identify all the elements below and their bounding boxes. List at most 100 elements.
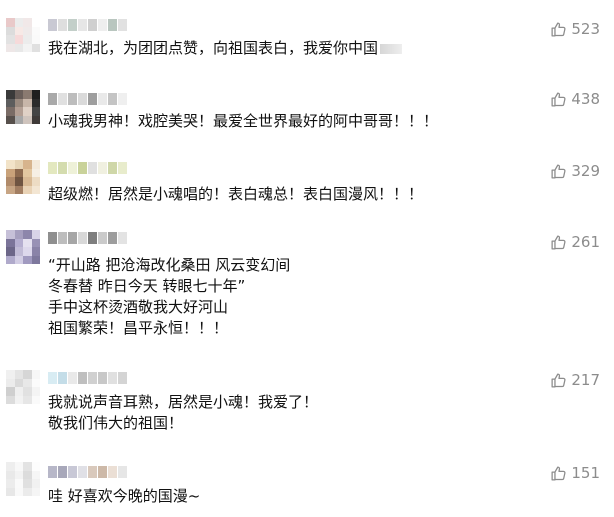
comment-line: 我就说声音耳熟，居然是小魂！我爱了！ <box>48 393 319 411</box>
avatar-pixel <box>14 107 23 116</box>
avatar-pixel <box>6 185 15 194</box>
like-button[interactable]: 438 <box>550 90 600 108</box>
avatar-pixel <box>31 255 40 264</box>
user-avatar[interactable] <box>6 18 40 52</box>
username-pixel <box>58 162 67 174</box>
comment-line: 敬我们伟大的祖国！ <box>48 414 184 432</box>
username-pixel <box>88 19 97 31</box>
username-pixel <box>78 162 87 174</box>
like-button[interactable]: 329 <box>550 162 600 180</box>
avatar-pixel <box>23 26 32 35</box>
avatar-pixel <box>23 230 32 239</box>
username-pixel <box>98 372 107 384</box>
comment-line: “开山路 把沧海改化桑田 风云变幻间 <box>48 256 291 274</box>
user-avatar[interactable] <box>6 90 40 124</box>
username-pixel <box>88 466 97 478</box>
avatar-pixel <box>23 387 32 396</box>
username-pixel <box>98 232 107 244</box>
comment-text: 我就说声音耳熟，居然是小魂！我爱了！ 敬我们伟大的祖国！ <box>48 392 318 434</box>
avatar-pixel <box>6 387 15 396</box>
avatar-pixel <box>23 98 32 107</box>
user-avatar[interactable] <box>6 230 40 264</box>
avatar-pixel <box>23 395 32 404</box>
user-avatar[interactable] <box>6 462 40 496</box>
like-count: 523 <box>571 20 600 38</box>
avatar-pixel <box>31 18 40 27</box>
username-pixel <box>58 232 67 244</box>
avatar-pixel <box>31 238 40 247</box>
like-button[interactable]: 523 <box>550 20 600 38</box>
username-pixel <box>58 372 67 384</box>
comment-line: 哇 好喜欢今晚的国漫~ <box>48 487 201 505</box>
username-pixel <box>98 19 107 31</box>
username-pixel <box>68 232 77 244</box>
username-pixel <box>78 232 87 244</box>
username-pixel <box>98 466 107 478</box>
avatar-pixel <box>6 247 15 256</box>
like-button[interactable]: 261 <box>550 233 600 251</box>
username-pixel <box>108 19 117 31</box>
like-count: 151 <box>571 464 600 482</box>
comment-text: 小魂我男神！戏腔美哭！最爱全世界最好的阿中哥哥！！！ <box>48 111 438 132</box>
username-pixel <box>68 19 77 31</box>
avatar-pixel <box>23 107 32 116</box>
avatar-pixel <box>14 177 23 186</box>
username-pixel <box>48 19 57 31</box>
username-pixel <box>118 162 127 174</box>
avatar-pixel <box>14 185 23 194</box>
user-avatar[interactable] <box>6 160 40 194</box>
username-pixel <box>118 93 127 105</box>
username-blurred[interactable] <box>48 232 128 244</box>
avatar-pixel <box>31 168 40 177</box>
user-avatar[interactable] <box>6 370 40 404</box>
username-pixel <box>68 372 77 384</box>
avatar-pixel <box>6 98 15 107</box>
avatar-pixel <box>23 247 32 256</box>
username-blurred[interactable] <box>48 162 128 174</box>
username-pixel <box>108 162 117 174</box>
avatar-pixel <box>14 487 23 496</box>
thumbs-up-icon <box>550 163 567 180</box>
avatar-pixel <box>31 387 40 396</box>
avatar-pixel <box>6 115 15 124</box>
like-button[interactable]: 217 <box>550 371 600 389</box>
avatar-pixel <box>31 177 40 186</box>
username-pixel <box>78 93 87 105</box>
avatar-pixel <box>14 160 23 169</box>
avatar-pixel <box>23 115 32 124</box>
avatar-pixel <box>23 168 32 177</box>
avatar-pixel <box>23 43 32 52</box>
username-pixel <box>118 466 127 478</box>
username-pixel <box>108 93 117 105</box>
like-count: 217 <box>571 371 600 389</box>
avatar-pixel <box>14 387 23 396</box>
thumbs-up-icon <box>550 21 567 38</box>
thumbs-up-icon <box>550 91 567 108</box>
username-pixel <box>68 93 77 105</box>
comment-line: 手中这杯烫酒敬我大好河山 <box>48 298 229 316</box>
comment-line: 我在湖北，为团团点赞，向祖国表白，我爱你中国 <box>48 39 379 57</box>
comment-text: “开山路 把沧海改化桑田 风云变幻间 冬春替 昨日今天 转眼七十年” 手中这杯烫… <box>48 255 290 339</box>
avatar-pixel <box>31 90 40 99</box>
avatar-pixel <box>14 255 23 264</box>
avatar-pixel <box>23 238 32 247</box>
username-pixel <box>108 372 117 384</box>
username-blurred[interactable] <box>48 372 128 384</box>
username-blurred[interactable] <box>48 466 128 478</box>
username-blurred[interactable] <box>48 19 128 31</box>
avatar-pixel <box>6 160 15 169</box>
avatar-pixel <box>23 177 32 186</box>
avatar-pixel <box>6 479 15 488</box>
comment-line: 小魂我男神！戏腔美哭！最爱全世界最好的阿中哥哥！！！ <box>48 112 439 130</box>
avatar-pixel <box>6 487 15 496</box>
username-pixel <box>118 372 127 384</box>
like-button[interactable]: 151 <box>550 464 600 482</box>
like-count: 438 <box>571 90 600 108</box>
avatar-pixel <box>14 90 23 99</box>
username-pixel <box>58 466 67 478</box>
username-blurred[interactable] <box>48 93 128 105</box>
avatar-pixel <box>31 160 40 169</box>
avatar-pixel <box>31 26 40 35</box>
avatar-pixel <box>6 107 15 116</box>
avatar-pixel <box>6 168 15 177</box>
